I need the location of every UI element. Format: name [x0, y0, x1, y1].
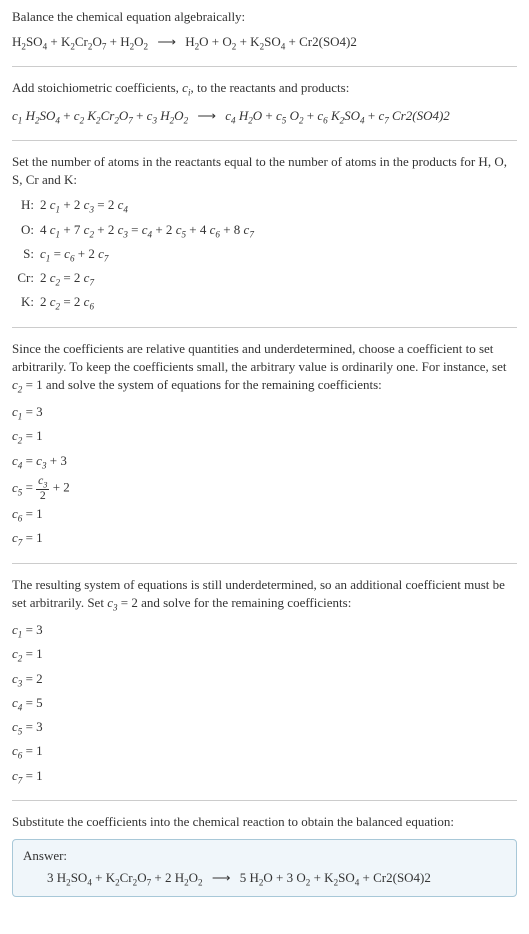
coeff-row: c5 = c32 + 2 [12, 475, 517, 502]
coeff-row: c5 = 3 [12, 717, 517, 739]
divider [12, 800, 517, 801]
atom-label: S: [12, 244, 40, 264]
atom-eq: c1 = c6 + 2 c7 [40, 244, 108, 266]
step3-text: Since the coefficients are relative quan… [12, 340, 517, 397]
arrow-icon: ⟶ [206, 870, 237, 885]
atom-eq-row: O:4 c1 + 7 c2 + 2 c3 = c4 + 2 c5 + 4 c6 … [12, 220, 517, 242]
eq-right: H2O + O2 + K2SO4 + Cr2(SO4)2 [185, 34, 357, 49]
atom-eq-row: Cr:2 c2 = 2 c7 [12, 268, 517, 290]
stoich-equation: c1 H2SO4 + c2 K2Cr2O7 + c3 H2O2 ⟶ c4 H2O… [12, 106, 517, 128]
coeff-row: c7 = 1 [12, 766, 517, 788]
section-stoich: Add stoichiometric coefficients, ci, to … [12, 79, 517, 128]
step1-text: Add stoichiometric coefficients, ci, to … [12, 79, 517, 99]
section-substitute: Substitute the coefficients into the che… [12, 813, 517, 897]
step5-text: Substitute the coefficients into the che… [12, 813, 517, 831]
coeff-row: c4 = c3 + 3 [12, 451, 517, 473]
stoich-c1: c1 H2SO4 [12, 108, 60, 123]
divider [12, 66, 517, 67]
atom-eq: 4 c1 + 7 c2 + 2 c3 = c4 + 2 c5 + 4 c6 + … [40, 220, 254, 242]
balanced-right: 5 H2O + 3 O2 + K2SO4 + Cr2(SO4)2 [240, 870, 431, 885]
section-intro: Balance the chemical equation algebraica… [12, 8, 517, 54]
atom-eq: 2 c1 + 2 c3 = 2 c4 [40, 195, 128, 217]
unbalanced-equation: H2SO4 + K2Cr2O7 + H2O2 ⟶ H2O + O2 + K2SO… [12, 32, 517, 54]
step4-text: The resulting system of equations is sti… [12, 576, 517, 615]
stoich-c2: c2 K2Cr2O7 [74, 108, 133, 123]
section-partial: Since the coefficients are relative quan… [12, 340, 517, 551]
divider [12, 563, 517, 564]
divider [12, 140, 517, 141]
eq-left: H2SO4 + K2Cr2O7 + H2O2 [12, 34, 148, 49]
divider [12, 327, 517, 328]
stoich-c3: c3 H2O2 [147, 108, 188, 123]
step2-text: Set the number of atoms in the reactants… [12, 153, 517, 189]
coeff-row: c7 = 1 [12, 528, 517, 550]
section-final: The resulting system of equations is sti… [12, 576, 517, 788]
answer-label: Answer: [23, 848, 506, 864]
stoich-c7: c7 Cr2(SO4)2 [378, 108, 449, 123]
atom-label: O: [12, 220, 40, 240]
stoich-c6: c6 K2SO4 [317, 108, 364, 123]
atom-eq-row: H:2 c1 + 2 c3 = 2 c4 [12, 195, 517, 217]
atom-label: H: [12, 195, 40, 215]
coeff-row: c1 = 3 [12, 620, 517, 642]
answer-box: Answer: 3 H2SO4 + K2Cr2O7 + 2 H2O2 ⟶ 5 H… [12, 839, 517, 897]
atom-equations: H:2 c1 + 2 c3 = 2 c4O:4 c1 + 7 c2 + 2 c3… [12, 195, 517, 314]
stoich-c5: c5 O2 [276, 108, 304, 123]
coeff-row: c2 = 1 [12, 426, 517, 448]
coeff-row: c3 = 2 [12, 669, 517, 691]
coeff-row: c6 = 1 [12, 504, 517, 526]
atom-label: K: [12, 292, 40, 312]
coeff-row: c1 = 3 [12, 402, 517, 424]
coeff-row: c4 = 5 [12, 693, 517, 715]
atom-eq-row: S:c1 = c6 + 2 c7 [12, 244, 517, 266]
atom-label: Cr: [12, 268, 40, 288]
partial-solution: c1 = 3c2 = 1 c4 = c3 + 3c5 = c32 + 2c6 = … [12, 402, 517, 550]
stoich-c4: c4 H2O [225, 108, 262, 123]
arrow-icon: ⟶ [151, 34, 182, 49]
coeff-row: c2 = 1 [12, 644, 517, 666]
arrow-icon: ⟶ [191, 108, 222, 123]
coeff-row: c6 = 1 [12, 741, 517, 763]
balanced-equation: 3 H2SO4 + K2Cr2O7 + 2 H2O2 ⟶ 5 H2O + 3 O… [23, 870, 506, 888]
section-atoms: Set the number of atoms in the reactants… [12, 153, 517, 315]
atom-eq: 2 c2 = 2 c7 [40, 268, 94, 290]
title: Balance the chemical equation algebraica… [12, 8, 517, 26]
balanced-left: 3 H2SO4 + K2Cr2O7 + 2 H2O2 [47, 870, 203, 885]
atom-eq: 2 c2 = 2 c6 [40, 292, 94, 314]
atom-eq-row: K:2 c2 = 2 c6 [12, 292, 517, 314]
final-solution: c1 = 3c2 = 1 c3 = 2c4 = 5c5 = 3c6 = 1 c7 =… [12, 620, 517, 788]
